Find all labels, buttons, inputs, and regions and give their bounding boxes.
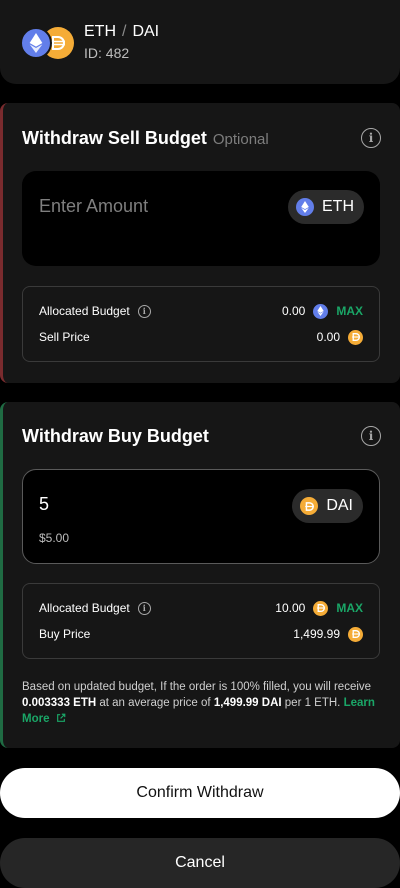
buy-allocated-value: 10.00 [275, 601, 306, 615]
sell-allocated-row: Allocated Budget i 0.00 MAX [39, 302, 363, 320]
base-token: ETH [84, 23, 116, 40]
sell-allocated-label: Allocated Budget [39, 304, 130, 318]
sell-title-text: Withdraw Sell Budget [22, 128, 207, 148]
buy-details-card: Allocated Budget i 10.00 MAX Buy Price 1… [22, 583, 380, 659]
buy-amount-usd: $5.00 [39, 531, 70, 545]
dai-icon [300, 497, 319, 515]
pair-icons [20, 27, 74, 59]
sell-details-card: Allocated Budget i 0.00 MAX Sell Price 0… [22, 286, 380, 362]
info-icon[interactable]: i [361, 426, 381, 446]
strategy-id: ID: 482 [84, 45, 130, 61]
optional-label: Optional [212, 131, 269, 148]
pair-title: ETH / DAI [84, 23, 159, 41]
buy-price-value: 1,499.99 [293, 627, 340, 641]
sell-max-button[interactable]: MAX [336, 304, 363, 318]
sell-amount-placeholder: Enter Amount [39, 196, 149, 216]
buy-section-title: Withdraw Buy Budget [22, 426, 209, 446]
info-icon[interactable]: i [361, 128, 381, 148]
cancel-button[interactable]: Cancel [0, 838, 400, 888]
sell-allocated-value: 0.00 [281, 304, 306, 318]
buy-allocated-row: Allocated Budget i 10.00 MAX [39, 599, 363, 617]
sell-price-label: Sell Price [39, 330, 90, 344]
sell-token-pill: ETH [288, 190, 364, 224]
sell-price-value: 0.00 [316, 330, 340, 344]
buy-max-button[interactable]: MAX [336, 601, 363, 615]
budget-note: Based on updated budget, If the order is… [22, 679, 384, 727]
buy-allocated-label: Allocated Budget [39, 601, 130, 615]
buy-amount-input[interactable]: 5 $5.00 DAI [22, 469, 380, 564]
note-text-3: per 1 ETH. [281, 697, 344, 709]
dai-icon [313, 600, 329, 616]
external-link-icon [56, 713, 66, 722]
eth-icon [20, 27, 52, 59]
note-text-1: Based on updated budget, If the order is… [22, 681, 372, 693]
sell-section-title: Withdraw Sell Budget Optional [22, 128, 269, 149]
withdraw-sell-section: Withdraw Sell Budget Optional i Enter Amo… [0, 103, 400, 383]
pair-separator: / [122, 23, 127, 40]
info-icon[interactable]: i [137, 304, 151, 318]
note-avg-price: 1,499.99 DAI [213, 697, 282, 709]
eth-icon [296, 198, 314, 216]
dai-icon [348, 626, 363, 642]
quote-token: DAI [132, 23, 160, 40]
buy-token-pill: DAI [292, 489, 363, 523]
buy-token-label: DAI [326, 497, 353, 514]
buy-price-label: Buy Price [39, 627, 91, 641]
sell-token-label: ETH [322, 198, 354, 215]
info-icon[interactable]: i [137, 601, 151, 615]
confirm-withdraw-button[interactable]: Confirm Withdraw [0, 768, 400, 818]
eth-icon [313, 303, 329, 319]
sell-price-row: Sell Price 0.00 [39, 328, 363, 346]
buy-amount-value: 5 [39, 494, 50, 514]
note-text-2: at an average price of [96, 697, 214, 709]
withdraw-buy-section: Withdraw Buy Budget i 5 $5.00 DAI Alloca… [0, 402, 400, 748]
dai-icon [348, 329, 363, 345]
pair-header: ETH / DAI ID: 482 [0, 0, 400, 84]
sell-amount-input[interactable]: Enter Amount ETH [22, 171, 380, 266]
note-receive-amount: 0.003333 ETH [22, 697, 97, 709]
buy-price-row: Buy Price 1,499.99 [39, 625, 363, 643]
